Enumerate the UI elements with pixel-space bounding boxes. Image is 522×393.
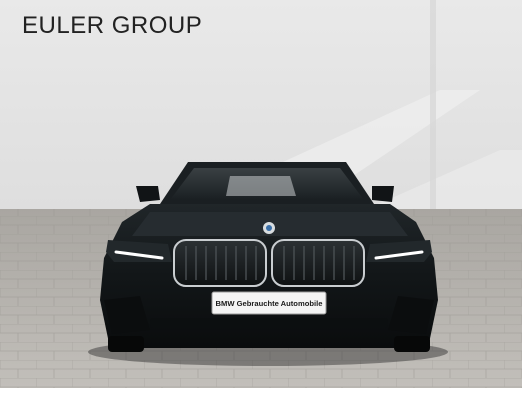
left-kidney-grille [173,239,267,287]
brand-watermark: EULER GROUP [22,12,203,39]
right-mirror [372,186,394,202]
right-kidney-grille [271,239,365,287]
wall-seam [430,0,436,212]
lower-grille [150,318,388,328]
license-plate-text: BMW Gebrauchte Automobile [216,299,323,308]
car-photo-svg: BMW Gebrauchte Automobile [0,0,522,388]
left-mirror [136,186,160,202]
bmw-emblem-center [266,225,272,231]
car-photo: BMW Gebrauchte Automobile [0,0,522,388]
left-tire [108,336,144,352]
windshield-reflection [226,176,296,196]
right-tire [394,336,430,352]
